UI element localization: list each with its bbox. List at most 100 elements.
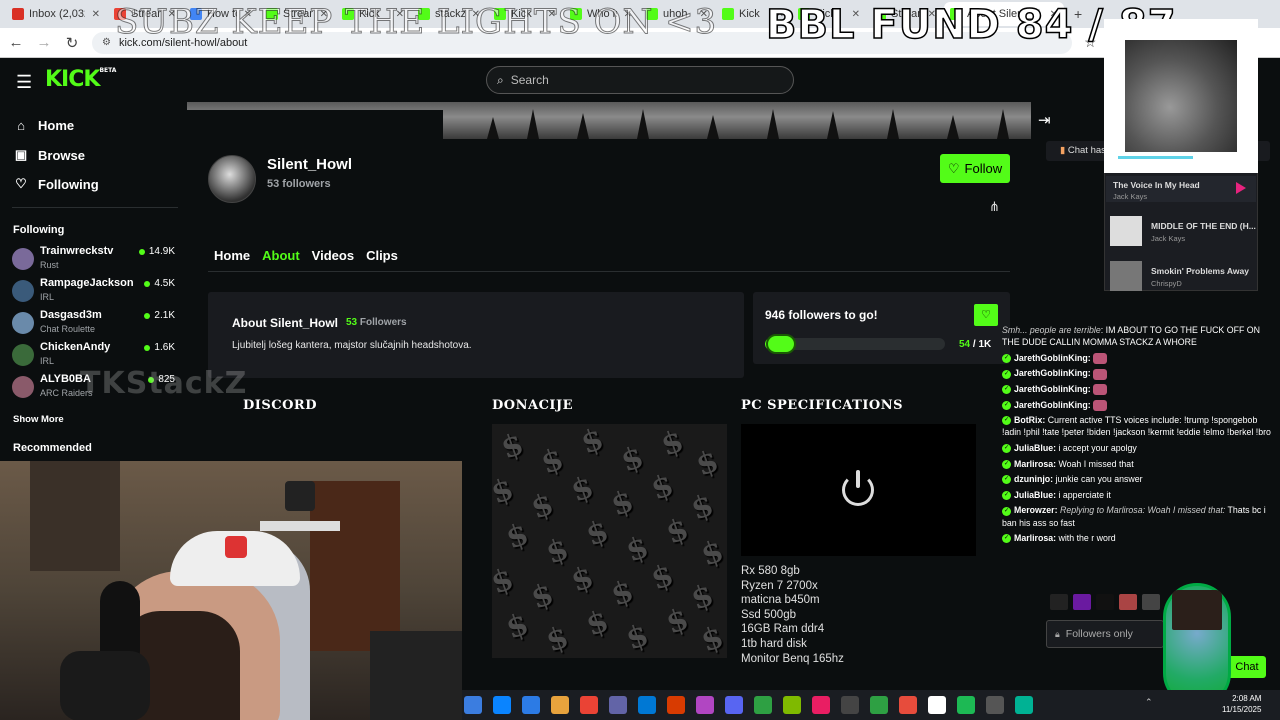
chat-message[interactable]: ✓ JarethGoblinKing: (1002, 383, 1278, 396)
kick-logo[interactable]: KICKBETA (45, 67, 116, 92)
emote-icon[interactable] (1096, 594, 1114, 610)
chat-message[interactable]: ✓ Merowzer: Replying to Marlirosa: Woah I… (1002, 504, 1278, 528)
pc-specs-panel-title: PC SPECIFICATIONS (741, 398, 904, 413)
goal-heart-icon[interactable]: ♡ (974, 304, 998, 326)
chat-username[interactable]: dzuninjo: (1014, 474, 1053, 484)
chat-username[interactable]: JarethGoblinKing: (1014, 400, 1091, 410)
tab-videos[interactable]: Videos (312, 248, 354, 263)
taskbar-app-icon[interactable] (783, 696, 801, 714)
following-channel-item[interactable]: Dasgasd3m Chat Roulette 2.1K (12, 308, 177, 336)
chat-message[interactable]: ✓ Marlirosa: with the r word (1002, 532, 1278, 544)
taskbar-app-icon[interactable] (841, 696, 859, 714)
taskbar-app-icon[interactable] (812, 696, 830, 714)
tab-close-icon[interactable]: ✕ (700, 9, 708, 20)
taskbar-app-icon[interactable] (638, 696, 656, 714)
browser-tab[interactable]: stackz Strea ✕ (412, 2, 486, 26)
verified-badge-icon: ✓ (1002, 353, 1011, 363)
taskbar-app-icon[interactable] (1015, 696, 1033, 714)
tab-close-icon[interactable]: ✕ (244, 9, 252, 20)
browser-tab[interactable]: How to set ✕ (184, 2, 258, 26)
chat-message[interactable]: ✓ dzuninjo: junkie can you answer (1002, 473, 1278, 485)
chat-message[interactable]: ✓ JarethGoblinKing: (1002, 352, 1278, 364)
chat-send-button[interactable]: Chat (1228, 656, 1266, 678)
show-more-link[interactable]: Show More (13, 414, 64, 425)
taskbar-app-icon[interactable] (725, 696, 743, 714)
chat-username[interactable]: JuliaBlue: (1014, 490, 1056, 500)
browser-tab[interactable]: uhoh ✕ (640, 2, 714, 26)
follow-button[interactable]: ♡ Follow (940, 154, 1010, 183)
chat-username[interactable]: Merowzer: (1014, 505, 1058, 515)
taskbar-app-icon[interactable] (986, 696, 1004, 714)
tab-clips[interactable]: Clips (366, 248, 398, 263)
sidebar-item-following[interactable]: ♡ Following (14, 176, 98, 192)
back-icon[interactable]: ← (8, 34, 24, 51)
taskbar-app-icon[interactable] (609, 696, 627, 714)
taskbar-app-icon[interactable] (667, 696, 685, 714)
browser-tab[interactable]: Kick ✕ (336, 2, 410, 26)
following-channel-item[interactable]: ChickenAndy IRL 1.6K (12, 340, 177, 368)
tab-label: Who is (587, 8, 617, 20)
site-info-icon[interactable]: ⚙ (102, 37, 111, 48)
taskbar-app-icon[interactable] (493, 696, 511, 714)
chat-message[interactable]: ✓ BotRix: Current active TTS voices inclu… (1002, 414, 1278, 438)
chat-message[interactable]: ✓ Marlirosa: Woah I missed that (1002, 458, 1278, 470)
chat-message[interactable]: ✓ JuliaBlue: i apperciate it (1002, 489, 1278, 501)
browser-tab[interactable]: Stream - Kick ✕ (260, 2, 334, 26)
chat-message[interactable]: ✓ JuliaBlue: i accept your apolgy (1002, 442, 1278, 454)
reload-icon[interactable]: ↻ (64, 34, 80, 52)
tab-close-icon[interactable]: ✕ (396, 9, 404, 20)
chat-username[interactable]: JuliaBlue: (1014, 443, 1056, 453)
tab-close-icon[interactable]: ✕ (92, 9, 100, 20)
taskbar-app-icon[interactable] (870, 696, 888, 714)
following-channel-item[interactable]: Trainwreckstv Rust 14.9K (12, 244, 177, 272)
chat-message[interactable]: ✓ JarethGoblinKing: (1002, 367, 1278, 380)
taskbar-app-icon[interactable] (464, 696, 482, 714)
taskbar-app-icon[interactable] (899, 696, 917, 714)
emote-icon[interactable] (1073, 594, 1091, 610)
chat-message[interactable]: Smh... people are terrible: IM ABOUT TO … (1002, 324, 1278, 348)
tab-close-icon[interactable]: ✕ (472, 9, 480, 20)
tab-about[interactable]: About (262, 248, 300, 263)
share-icon[interactable]: ⋔ (989, 199, 1000, 215)
taskbar-app-icon[interactable] (522, 696, 540, 714)
taskbar-app-icon[interactable] (551, 696, 569, 714)
emote-icon[interactable] (1119, 594, 1137, 610)
tab-close-icon[interactable]: ✕ (320, 9, 328, 20)
tab-home[interactable]: Home (214, 248, 250, 263)
emote-icon[interactable] (1142, 594, 1160, 610)
chat-username[interactable]: JarethGoblinKing: (1014, 353, 1091, 363)
forward-icon[interactable]: → (36, 34, 52, 51)
sidebar-item-browse[interactable]: ▣ Browse (14, 147, 85, 163)
menu-icon[interactable]: ☰ (16, 72, 32, 93)
following-channel-item[interactable]: RampageJackson IRL 4.5K (12, 276, 177, 304)
chat-message[interactable]: ✓ JarethGoblinKing: (1002, 399, 1278, 411)
collapse-chat-icon[interactable]: ⇥ (1038, 111, 1051, 129)
system-clock[interactable]: 2:08 AM 11/15/2025 (1222, 693, 1261, 715)
channel-name: Trainwreckstv (40, 245, 114, 257)
chat-username[interactable]: Marlirosa: (1014, 459, 1056, 469)
tab-close-icon[interactable]: ✕ (624, 9, 632, 20)
chat-username[interactable]: JarethGoblinKing: (1014, 368, 1091, 378)
browser-tab[interactable]: Inbox (2,032) - ✕ (6, 2, 106, 26)
search-input[interactable]: ⌕ Search (486, 66, 794, 94)
taskbar-app-icon[interactable] (957, 696, 975, 714)
taskbar-app-icon[interactable] (580, 696, 598, 714)
browser-tab[interactable]: Kick ✕ (488, 2, 562, 26)
system-tray-icon[interactable]: ⌃ (1145, 697, 1153, 708)
avatar (12, 344, 34, 366)
browser-tab[interactable]: Who is ✕ (564, 2, 638, 26)
chat-username[interactable]: BotRix: (1014, 415, 1045, 425)
sidebar-item-home[interactable]: ⌂ Home (14, 118, 74, 133)
taskbar-app-icon[interactable] (754, 696, 772, 714)
emote-icon[interactable] (1050, 594, 1068, 610)
chat-input[interactable]: 🔒︎ Followers only (1046, 620, 1164, 648)
tab-close-icon[interactable]: ✕ (168, 9, 176, 20)
donations-image[interactable]: $ $ $ $ $ $ $ $ $ $ $ $ $ $ $ $ $ $ $ $ $ $ $ $ $ $ $ $ $ $ (492, 424, 727, 658)
taskbar-app-icon[interactable] (696, 696, 714, 714)
chat-username[interactable]: Marlirosa: (1014, 533, 1056, 543)
chat-username[interactable]: JarethGoblinKing: (1014, 384, 1091, 394)
taskbar-app-icon[interactable] (928, 696, 946, 714)
tab-favicon-icon (570, 8, 582, 20)
browser-tab[interactable]: Stream Button ✕ (108, 2, 182, 26)
tab-close-icon[interactable]: ✕ (548, 9, 556, 20)
